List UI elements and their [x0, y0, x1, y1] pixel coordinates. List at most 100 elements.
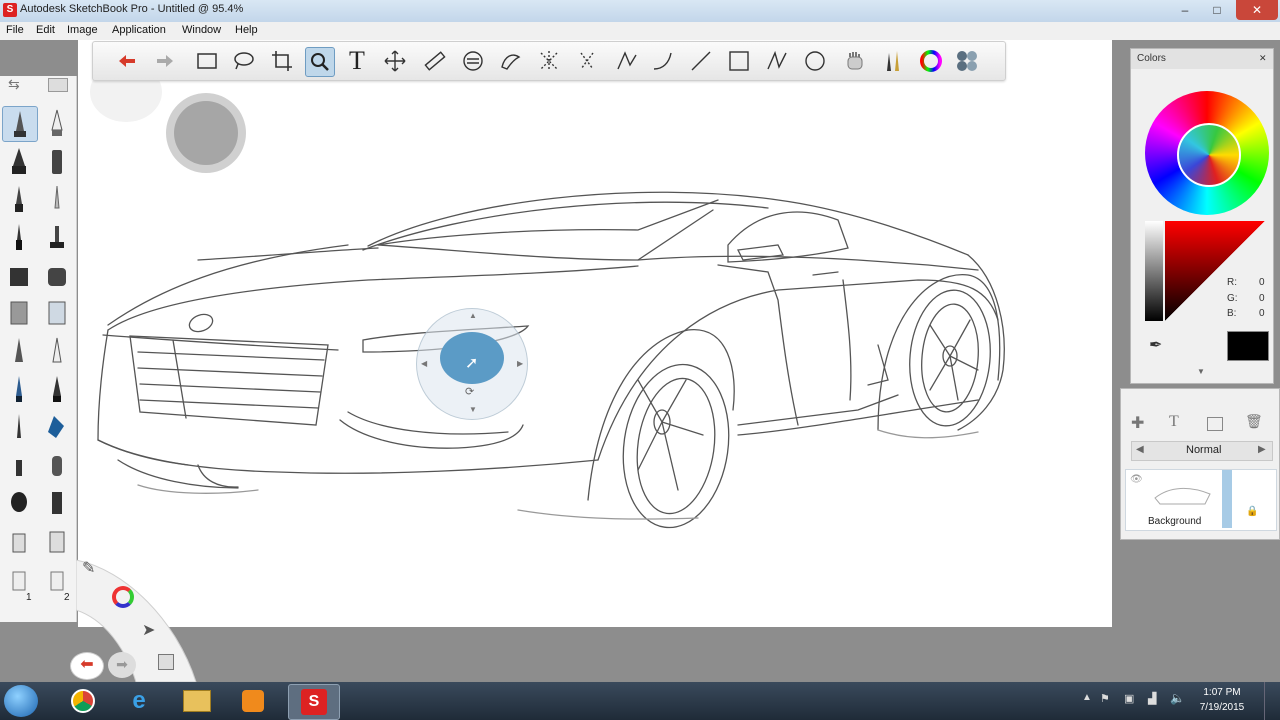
color-wheel-inner[interactable] [1177, 123, 1241, 187]
panel-close-icon[interactable]: ✕ [1259, 53, 1267, 64]
zoom-navigation-puck[interactable]: ➚ ⟳ ▲ ▼ ◀ ▶ [416, 308, 528, 420]
brush-paint[interactable] [2, 486, 36, 520]
brush-stamp[interactable] [40, 220, 74, 254]
brush-eraser-large[interactable] [40, 524, 74, 558]
blend-mode-selector[interactable]: ◀ Normal ▶ [1131, 441, 1273, 461]
ruler-icon[interactable] [421, 47, 449, 75]
lagoon-redo-icon[interactable]: ➡ [108, 652, 136, 678]
b-value[interactable]: 0 [1259, 308, 1265, 319]
add-image-layer-icon[interactable] [1207, 417, 1223, 431]
brush-airbrush[interactable] [2, 182, 36, 216]
menu-file[interactable]: File [6, 24, 24, 36]
brush-technical-pen[interactable] [2, 220, 36, 254]
r-value[interactable]: 0 [1259, 277, 1265, 288]
eyedropper-icon[interactable]: ✒ [1149, 335, 1162, 355]
stroke-line-icon[interactable] [613, 47, 641, 75]
crop-icon[interactable] [268, 47, 296, 75]
oval-icon[interactable] [801, 47, 829, 75]
rotate-icon[interactable]: ⟳ [465, 385, 474, 398]
maximize-button[interactable]: □ [1202, 0, 1232, 20]
app-icon[interactable]: S [3, 3, 17, 17]
layer-visibility-icon[interactable]: 👁 [1130, 474, 1143, 485]
ellipse-guide-icon[interactable] [459, 47, 487, 75]
text-icon[interactable]: T [343, 46, 371, 75]
brush-soft-pencil[interactable] [40, 334, 74, 368]
tray-flag-icon[interactable]: ⚑ [1100, 692, 1110, 705]
swatches-icon[interactable] [953, 47, 981, 75]
brush-blue-pen[interactable] [2, 372, 36, 406]
clock-date[interactable]: 7/19/2015 [1192, 702, 1252, 713]
add-text-layer-icon[interactable]: T [1169, 413, 1179, 431]
blend-next-icon[interactable]: ▶ [1258, 444, 1266, 455]
symmetry-radial-icon[interactable] [573, 47, 601, 75]
brush-marker[interactable] [2, 144, 36, 178]
brush-flat[interactable] [40, 486, 74, 520]
menu-edit[interactable]: Edit [36, 24, 55, 36]
zoom-icon[interactable] [305, 47, 335, 77]
menu-application[interactable]: Application [112, 24, 166, 36]
brush-settings-icon[interactable]: ⇆ [8, 76, 20, 93]
minimize-button[interactable]: – [1170, 0, 1200, 20]
saturation-triangle[interactable] [1165, 221, 1265, 321]
curve-icon[interactable] [649, 47, 677, 75]
panel-collapse-icon[interactable]: ▼ [1197, 367, 1205, 376]
tray-network-icon[interactable]: ▟ [1148, 692, 1156, 705]
delete-layer-icon[interactable]: 🗑 [1245, 413, 1263, 430]
lagoon-color-icon[interactable] [112, 586, 134, 608]
brush-blender[interactable] [2, 562, 36, 596]
brush-library-icon[interactable] [48, 78, 68, 92]
brush-fill[interactable] [40, 296, 74, 330]
value-slider[interactable] [1145, 221, 1163, 321]
media-player-icon[interactable] [228, 684, 278, 718]
file-explorer-icon[interactable] [172, 684, 222, 718]
brush-size-puck-inner[interactable] [174, 101, 238, 165]
move-icon[interactable] [381, 47, 409, 75]
brush-brush-small[interactable] [2, 448, 36, 482]
brush-pen-dark[interactable] [40, 372, 74, 406]
brush-pencil-selected[interactable] [2, 106, 38, 142]
color-wheel[interactable] [1145, 91, 1269, 215]
redo-icon[interactable] [151, 47, 179, 75]
brush-wide-marker[interactable] [2, 258, 36, 292]
menu-image[interactable]: Image [67, 24, 98, 36]
brush-size-puck[interactable] [166, 93, 246, 173]
color-wheel-icon[interactable] [917, 47, 945, 75]
brush-fine-pencil[interactable] [40, 182, 74, 216]
symmetry-x-icon[interactable] [535, 47, 563, 75]
lagoon-layers-icon[interactable] [158, 654, 174, 670]
brush-brush-round[interactable] [40, 448, 74, 482]
brush-blue-marker[interactable] [40, 410, 74, 444]
tray-expand-icon[interactable]: ▲ [1082, 692, 1092, 703]
start-button[interactable] [4, 685, 38, 717]
straight-line-icon[interactable] [687, 47, 715, 75]
layer-lock-icon[interactable]: 🔒 [1246, 506, 1258, 517]
lagoon-brush-icon[interactable]: ✎ [82, 558, 95, 578]
clock-time[interactable]: 1:07 PM [1192, 687, 1252, 698]
layer-opacity-bar[interactable] [1222, 470, 1232, 528]
brush-ink-pen[interactable] [40, 106, 74, 140]
sketchbook-taskbar-icon[interactable]: S [288, 684, 340, 720]
french-curve-icon[interactable] [497, 47, 525, 75]
brush-eraser-small[interactable] [2, 524, 36, 558]
lagoon-undo-icon[interactable]: ⬅ [70, 652, 104, 680]
brush-paint-bucket[interactable] [2, 296, 36, 330]
add-layer-icon[interactable]: ✚ [1131, 413, 1144, 433]
lasso-icon[interactable] [230, 47, 258, 75]
rectangle-icon[interactable] [725, 47, 753, 75]
tray-device-icon[interactable]: ▣ [1124, 692, 1134, 705]
polyline-icon[interactable] [763, 47, 791, 75]
select-rect-icon[interactable] [193, 47, 221, 75]
brush-smear[interactable] [2, 334, 36, 368]
undo-icon[interactable] [113, 47, 141, 75]
show-desktop-button[interactable] [1264, 682, 1279, 720]
brush-thin-pen[interactable] [2, 410, 36, 444]
g-value[interactable]: 0 [1259, 293, 1265, 304]
tray-volume-icon[interactable]: 🔈 [1170, 691, 1185, 705]
blend-prev-icon[interactable]: ◀ [1136, 444, 1144, 455]
menu-window[interactable]: Window [182, 24, 221, 36]
brush-smudge[interactable] [40, 562, 74, 596]
brushes-icon[interactable] [879, 47, 907, 75]
close-button[interactable]: ✕ [1236, 0, 1278, 20]
lagoon-select-icon[interactable]: ➤ [142, 620, 155, 640]
hand-icon[interactable] [841, 47, 869, 75]
